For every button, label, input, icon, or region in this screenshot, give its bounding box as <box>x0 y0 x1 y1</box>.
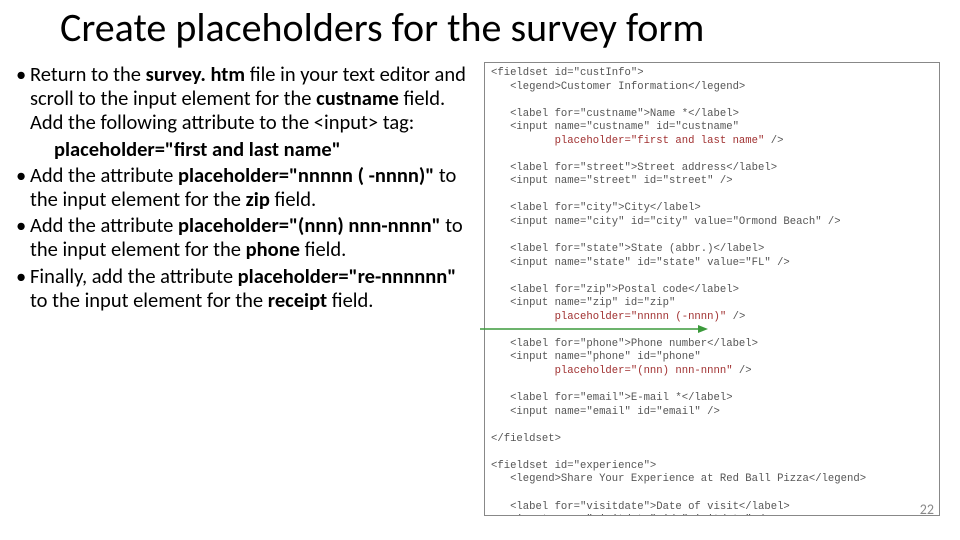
code-line: <input name="phone" id="phone" <box>491 351 701 363</box>
code-line: <fieldset id="experience"> <box>491 460 656 472</box>
text: field. <box>300 236 346 262</box>
code-line: </fieldset> <box>491 433 561 445</box>
page-number: 22 <box>920 501 934 518</box>
code-snippet: <fieldset id="custInfo"> <legend>Custome… <box>484 62 940 516</box>
code-line: <label for="visitdate">Date of visit</la… <box>491 501 790 513</box>
code-line-highlight: placeholder="nnnnn (-nnnn)" <box>491 311 726 323</box>
code-line: <input name="email" id="email" /> <box>491 406 720 418</box>
body-text: Return to the survey. htm file in your t… <box>16 62 470 314</box>
text: field. <box>270 186 316 212</box>
bullet-4: Finally, add the attribute placeholder="… <box>16 264 470 312</box>
text: Add the attribute <box>30 162 178 188</box>
code-line: <label for="city">City</label> <box>491 202 701 214</box>
text: Finally, add the attribute <box>30 263 238 289</box>
bullet-2: Add the attribute placeholder="nnnnn ( -… <box>16 163 470 211</box>
text: to the input element for the <box>30 287 268 313</box>
code-line: <legend>Share Your Experience at Red Bal… <box>491 473 866 485</box>
text-bold: receipt <box>268 287 327 313</box>
bullet-1: Return to the survey. htm file in your t… <box>16 62 470 161</box>
indent-text: placeholder="first and last name" <box>30 137 470 161</box>
text-bold: custname <box>316 85 399 111</box>
code-line: <input name="visitdate" id="visitdate" /… <box>491 514 771 516</box>
code-line: <input name="city" id="city" value="Ormo… <box>491 216 841 228</box>
text-bold: placeholder="nnnnn ( -nnnn)" <box>178 162 434 188</box>
code-line: <label for="email">E-mail *</label> <box>491 392 733 404</box>
code-line: <label for="state">State (abbr.)</label> <box>491 243 764 255</box>
code-line: <label for="street">Street address</labe… <box>491 162 777 174</box>
code-line: <label for="phone">Phone number</label> <box>491 338 758 350</box>
bullet-3: Add the attribute placeholder="(nnn) nnn… <box>16 213 470 261</box>
code-line-highlight: placeholder="(nnn) nnn-nnnn" <box>491 365 733 377</box>
text-bold: survey. htm <box>146 61 250 87</box>
code-line: <input name="custname" id="custname" <box>491 121 739 133</box>
code-line: <legend>Customer Information</legend> <box>491 81 745 93</box>
code-line: <input name="state" id="state" value="FL… <box>491 257 790 269</box>
code-line: <label for="zip">Postal code</label> <box>491 284 739 296</box>
code-line-highlight: placeholder="first and last name" <box>491 135 764 147</box>
code-line: /> <box>726 311 745 323</box>
text-bold: phone <box>246 236 300 262</box>
text: field. <box>327 287 373 313</box>
slide-title: Create placeholders for the survey form <box>60 6 704 50</box>
text-bold: placeholder="re-nnnnnn" <box>238 263 457 289</box>
text-bold: placeholder="(nnn) nnn-nnnn" <box>178 212 441 238</box>
code-line: <input name="street" id="street" /> <box>491 175 733 187</box>
slide: Create placeholders for the survey form … <box>0 0 960 540</box>
code-line: <label for="custname">Name *</label> <box>491 108 739 120</box>
code-line: <input name="zip" id="zip" <box>491 297 675 309</box>
code-line: /> <box>764 135 783 147</box>
text: Return to the <box>30 61 146 87</box>
code-line: /> <box>733 365 752 377</box>
text-bold: zip <box>246 186 270 212</box>
code-line: <fieldset id="custInfo"> <box>491 67 644 79</box>
text: Add the attribute <box>30 212 178 238</box>
